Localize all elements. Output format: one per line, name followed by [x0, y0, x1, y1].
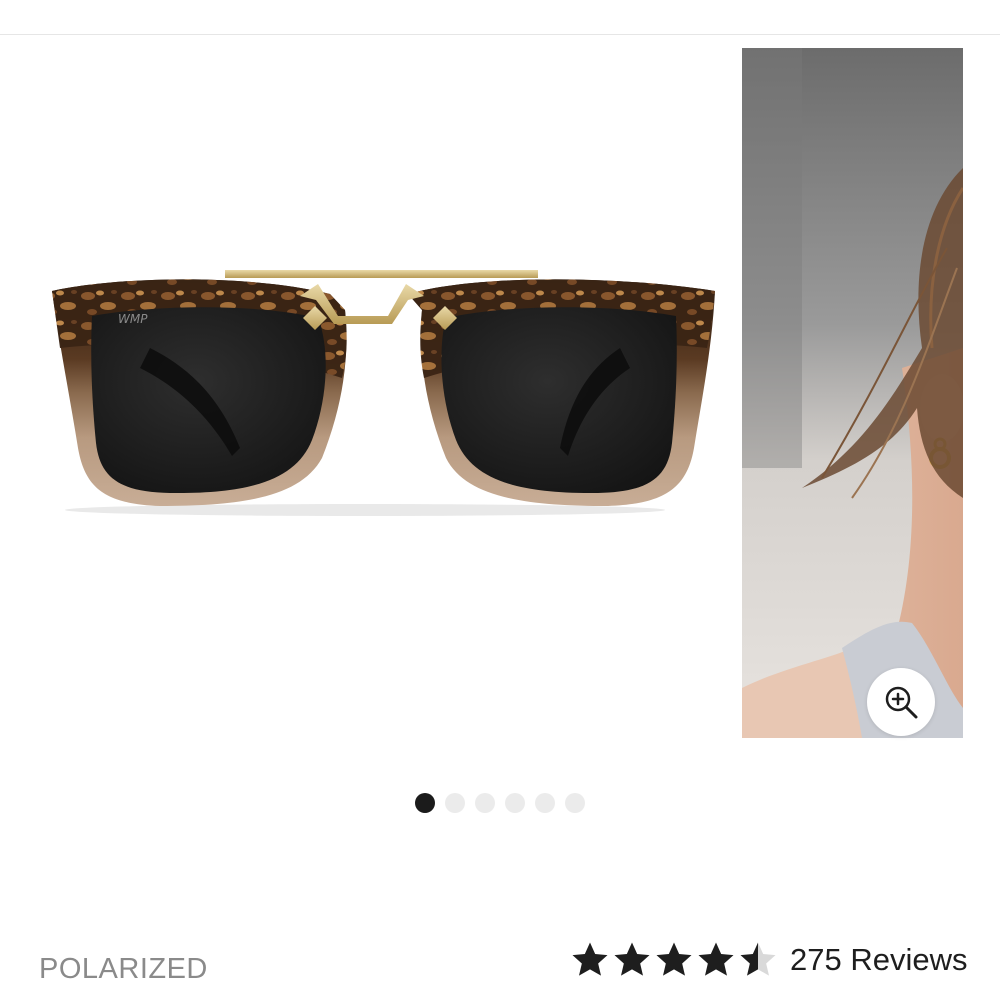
star-icon — [656, 942, 692, 976]
star-rating — [570, 940, 778, 980]
carousel-dot-6[interactable] — [565, 793, 585, 813]
lifestyle-image[interactable] — [742, 48, 963, 738]
product-page: WMP POLARIZED 275 Reviews — [0, 0, 1000, 1000]
carousel-dot-1[interactable] — [415, 793, 435, 813]
model-photo — [742, 48, 963, 738]
zoom-in-icon — [885, 686, 918, 719]
feature-label: POLARIZED — [39, 953, 208, 985]
zoom-button[interactable] — [867, 668, 935, 736]
carousel-dot-5[interactable] — [535, 793, 555, 813]
rating-summary[interactable]: 275 Reviews — [570, 938, 967, 982]
star-icon — [614, 942, 650, 976]
star-icon — [698, 942, 734, 976]
reviews-count-link[interactable]: 275 Reviews — [790, 942, 967, 978]
carousel-dot-4[interactable] — [505, 793, 525, 813]
header-divider — [0, 34, 1000, 35]
lens-logo-text: WMP — [118, 312, 148, 326]
carousel-dots — [415, 793, 585, 813]
star-icon — [572, 942, 608, 976]
half-star-icon — [740, 942, 776, 976]
carousel-dot-2[interactable] — [445, 793, 465, 813]
sunglasses-image: WMP — [52, 270, 715, 516]
main-product-image[interactable]: WMP — [0, 48, 730, 738]
carousel-dot-3[interactable] — [475, 793, 495, 813]
